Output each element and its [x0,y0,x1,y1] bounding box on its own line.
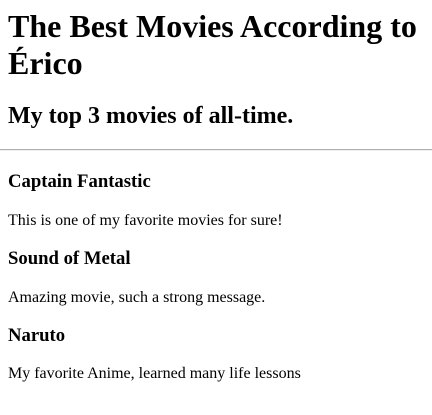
page-title: The Best Movies According to Érico [8,8,417,81]
page-subtitle: My top 3 movies of all-time. [8,103,294,129]
movie-description: This is one of my favorite movies for su… [8,212,283,229]
page-content: The Best Movies According to Érico My to… [0,8,432,383]
movie-description: My favorite Anime, learned many life les… [8,365,301,382]
movie-item: Captain Fantastic This is one of my favo… [8,171,424,230]
movie-description: Amazing movie, such a strong message. [8,289,266,306]
movie-item: Sound of Metal Amazing movie, such a str… [8,248,424,307]
movie-title: Sound of Metal [8,248,131,269]
divider [0,149,432,151]
movie-title: Captain Fantastic [8,171,151,192]
movie-title: Naruto [8,325,66,346]
movie-item: Naruto My favorite Anime, learned many l… [8,325,424,383]
